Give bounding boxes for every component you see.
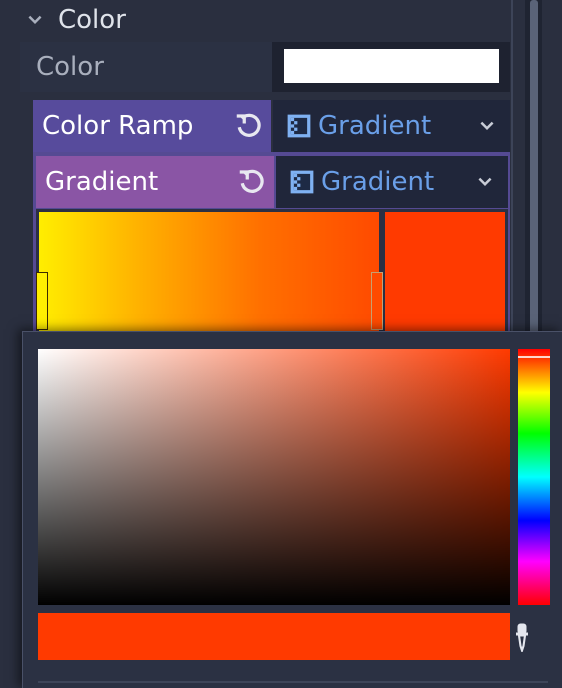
chevron-down-icon xyxy=(480,121,494,131)
color-swatch[interactable] xyxy=(284,49,499,83)
color-picker-popup xyxy=(22,331,562,688)
color-ramp-resource-button[interactable]: Gradient xyxy=(273,100,510,152)
hue-marker[interactable] xyxy=(518,356,550,358)
property-color: Color xyxy=(20,42,510,92)
gradient-stop-handle[interactable] xyxy=(371,272,383,330)
gradient-resource-label: Gradient xyxy=(321,167,435,197)
color-ramp-resource-label: Gradient xyxy=(318,111,432,141)
gradient-resource-icon xyxy=(290,170,314,194)
gradient-stop-handle[interactable] xyxy=(36,272,48,330)
property-label-color: Color xyxy=(36,52,104,82)
property-gradient: Gradient Gradient xyxy=(36,156,508,208)
chevron-down-icon xyxy=(28,15,42,25)
hue-slider[interactable] xyxy=(518,349,550,605)
inspector-window: Color Color Color Ramp Gradient Gradient… xyxy=(0,0,562,688)
gradient-label: Gradient xyxy=(45,167,159,197)
section-title: Color xyxy=(58,5,126,35)
gradient-editor xyxy=(36,209,508,339)
gradient-resource-button[interactable]: Gradient xyxy=(276,156,508,208)
revert-icon[interactable] xyxy=(233,111,263,141)
revert-icon[interactable] xyxy=(236,167,266,197)
gradient-resource-icon xyxy=(287,114,311,138)
current-color-preview xyxy=(38,613,510,660)
property-color-ramp: Color Ramp Gradient xyxy=(33,100,510,152)
gradient-bar[interactable] xyxy=(39,212,379,337)
chevron-down-icon xyxy=(478,177,492,187)
eyedropper-icon[interactable] xyxy=(513,622,531,652)
scrollbar-grabber[interactable] xyxy=(530,0,538,340)
section-header-color[interactable]: Color xyxy=(20,0,510,40)
color-ramp-label: Color Ramp xyxy=(42,111,194,141)
saturation-value-picker[interactable] xyxy=(38,349,510,605)
popup-separator xyxy=(38,681,548,683)
gradient-preview-swatch[interactable] xyxy=(385,212,505,337)
